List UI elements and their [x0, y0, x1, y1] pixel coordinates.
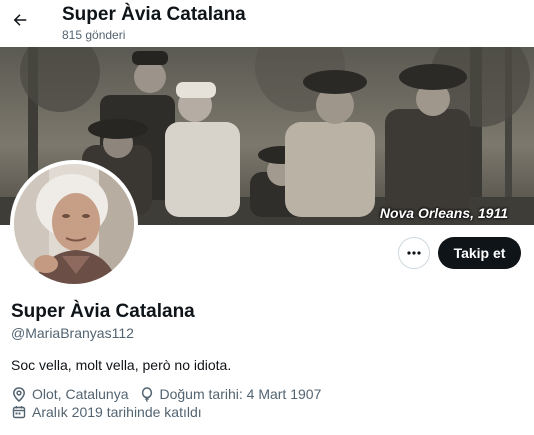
back-button[interactable]: [6, 6, 34, 34]
more-options-button[interactable]: [398, 237, 430, 269]
avatar-photo: [14, 164, 134, 284]
location-pin-icon: [11, 386, 27, 402]
avatar[interactable]: [10, 160, 138, 288]
joined-text: Aralık 2019 tarihinde katıldı: [32, 404, 202, 420]
balloon-icon: [139, 386, 155, 402]
birthday-item: Doğum tarihi: 4 Mart 1907: [139, 386, 322, 402]
more-dots-icon: [407, 251, 421, 255]
arrow-left-icon: [13, 14, 27, 26]
location-item: Olot, Catalunya: [11, 386, 129, 402]
post-count: 815 gönderi: [62, 28, 126, 42]
header-title: Super Àvia Catalana: [62, 4, 246, 25]
profile-meta-row: Olot, Catalunya Doğum tarihi: 4 Mart 190…: [11, 386, 331, 402]
profile-handle: @MariaBranyas112: [11, 325, 134, 341]
profile-name: Super Àvia Catalana: [11, 301, 195, 322]
joined-item: Aralık 2019 tarihinde katıldı: [11, 404, 202, 420]
follow-button[interactable]: Takip et: [438, 237, 521, 269]
banner-caption: Nova Orleans, 1911: [379, 205, 508, 221]
birthday-text: Doğum tarihi: 4 Mart 1907: [159, 386, 322, 402]
profile-bio: Soc vella, molt vella, però no idiota.: [11, 357, 232, 373]
location-text: Olot, Catalunya: [32, 386, 129, 402]
calendar-icon: [11, 404, 27, 420]
top-bar: Super Àvia Catalana 815 gönderi: [0, 0, 534, 47]
profile-joined-row: Aralık 2019 tarihinde katıldı: [11, 404, 212, 420]
